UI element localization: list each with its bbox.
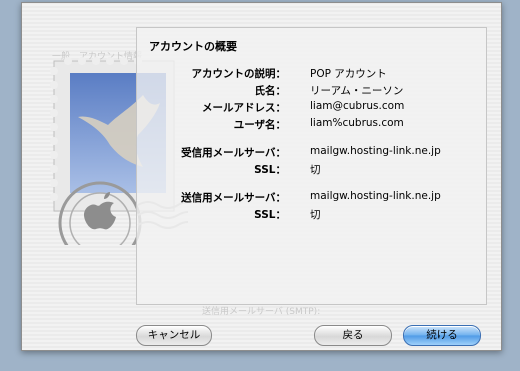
label-email-address: メールアドレス：: [202, 102, 286, 114]
setup-assistant-window: 一般 アカウント情報 送信用メールサーバ (SMTP): アカウントの概要 アカ…: [21, 2, 502, 351]
value-incoming-server: mailgw.hosting-link.ne.jp: [310, 145, 441, 157]
label-account-description: アカウントの説明：: [191, 68, 287, 80]
label-user-name: ユーザ名：: [233, 119, 286, 131]
summary-title: アカウントの概要: [149, 40, 237, 53]
label-full-name: 氏名：: [254, 85, 287, 97]
label-incoming-server: 受信用メールサーバ：: [181, 147, 286, 159]
label-incoming-ssl: SSL：: [254, 164, 286, 176]
continue-button[interactable]: 続ける: [403, 325, 481, 346]
value-user-name: liam%cubrus.com: [310, 117, 404, 129]
value-email-address: liam@cubrus.com: [310, 100, 405, 112]
ghost-text-bottom: 送信用メールサーバ (SMTP):: [202, 307, 321, 317]
label-outgoing-ssl: SSL：: [254, 209, 286, 221]
value-outgoing-ssl: 切: [310, 209, 321, 221]
back-button[interactable]: 戻る: [314, 325, 392, 346]
label-outgoing-server: 送信用メールサーバ：: [181, 192, 286, 204]
account-summary-panel: アカウントの概要 アカウントの説明： POP アカウント 氏名： リーアム・ニー…: [136, 27, 487, 305]
value-outgoing-server: mailgw.hosting-link.ne.jp: [310, 190, 441, 202]
value-account-description: POP アカウント: [310, 68, 387, 80]
value-full-name: リーアム・ニーソン: [310, 85, 404, 97]
value-incoming-ssl: 切: [310, 164, 321, 176]
cancel-button[interactable]: キャンセル: [136, 325, 212, 346]
